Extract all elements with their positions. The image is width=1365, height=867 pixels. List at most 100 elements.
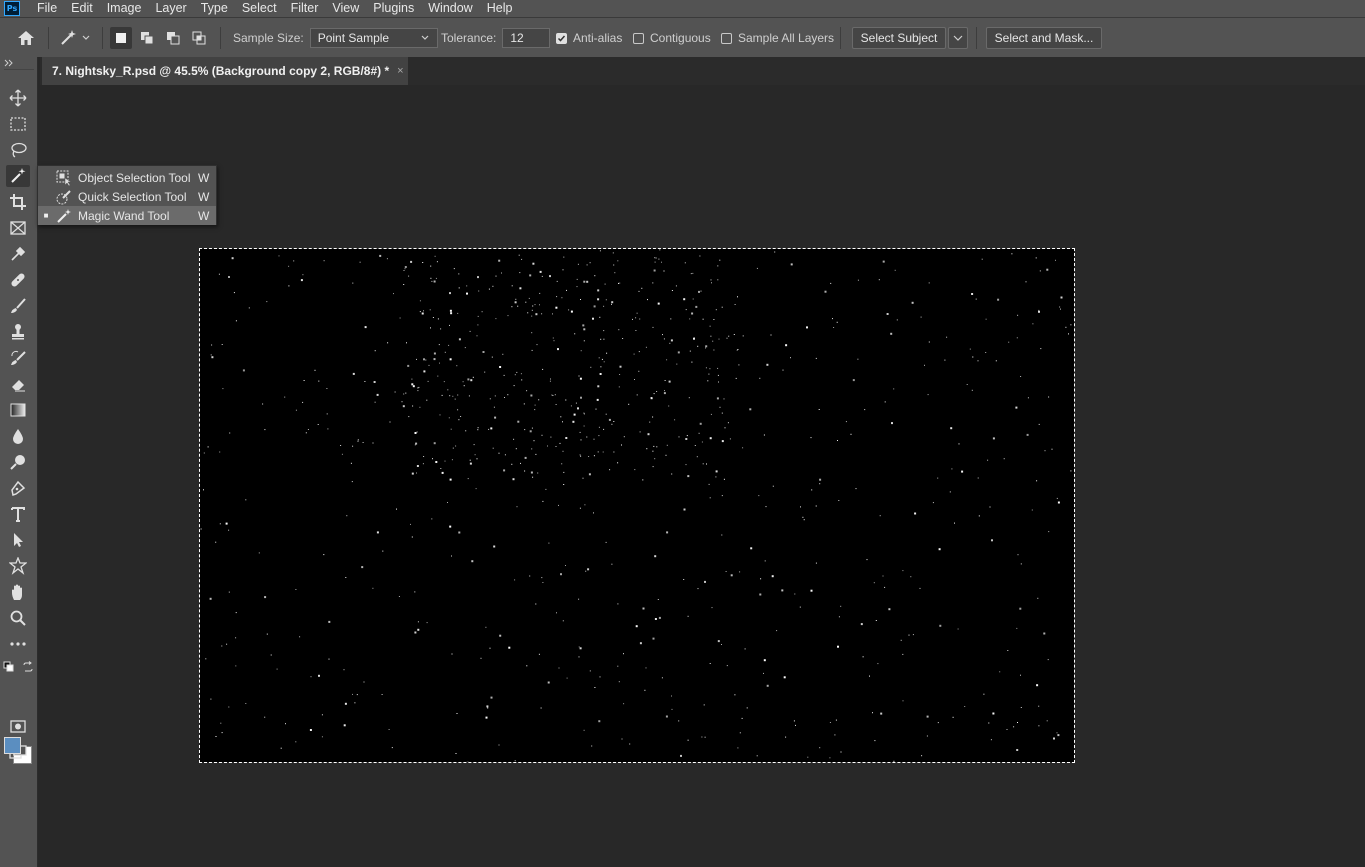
star — [449, 324, 450, 326]
menu-filter[interactable]: Filter — [284, 0, 326, 17]
select-subject-options-button[interactable] — [948, 27, 968, 49]
star — [992, 712, 995, 715]
star — [838, 616, 840, 618]
menu-plugins[interactable]: Plugins — [366, 0, 421, 17]
intersect-selection-button[interactable] — [188, 27, 210, 49]
star — [388, 729, 390, 730]
sample-all-layers-label: Sample All Layers — [738, 31, 835, 45]
rectangular-marquee-tool[interactable] — [6, 113, 30, 135]
menu-image[interactable]: Image — [100, 0, 149, 17]
night-sky-image[interactable] — [200, 249, 1074, 762]
sample-all-layers-checkbox[interactable]: Sample All Layers — [721, 18, 834, 58]
collapse-panel-icon[interactable] — [4, 59, 14, 67]
star — [558, 504, 559, 506]
menu-select[interactable]: Select — [235, 0, 284, 17]
star — [772, 485, 774, 487]
healing-brush-tool[interactable] — [6, 269, 30, 291]
subtract-from-selection-button[interactable] — [162, 27, 184, 49]
star — [560, 573, 562, 576]
history-brush-tool[interactable] — [6, 347, 30, 369]
anti-alias-checkbox[interactable]: Anti-alias — [556, 18, 622, 58]
contiguous-label: Contiguous — [650, 31, 711, 45]
clone-stamp-tool[interactable] — [6, 321, 30, 343]
star — [663, 338, 665, 340]
star — [555, 446, 557, 447]
star — [678, 436, 680, 438]
crop-tool[interactable] — [6, 191, 30, 213]
star — [448, 344, 450, 346]
contiguous-checkbox[interactable]: Contiguous — [633, 18, 711, 58]
star — [971, 389, 973, 391]
gradient-tool[interactable] — [6, 399, 30, 421]
default-colors-icon[interactable] — [3, 661, 15, 673]
swap-colors-icon[interactable] — [22, 661, 34, 673]
star — [695, 305, 698, 308]
document-tab[interactable]: 7. Nightsky_R.psd @ 45.5% (Background co… — [42, 57, 408, 85]
star — [1070, 470, 1072, 472]
blur-tool[interactable] — [6, 425, 30, 447]
zoom-tool[interactable] — [6, 607, 30, 629]
menu-layer[interactable]: Layer — [148, 0, 193, 17]
star — [515, 448, 517, 450]
photoshop-logo[interactable]: Ps — [4, 1, 20, 16]
close-icon[interactable]: × — [397, 65, 403, 77]
star — [526, 665, 528, 667]
frame-tool[interactable] — [6, 217, 30, 239]
star — [1056, 732, 1058, 734]
select-and-mask-button[interactable]: Select and Mask... — [986, 27, 1102, 49]
star — [597, 289, 600, 292]
flyout-item-magic-wand[interactable]: ■ Magic Wand Tool W — [38, 206, 216, 225]
eyedropper-tool[interactable] — [6, 243, 30, 265]
pen-icon — [11, 480, 26, 496]
star — [549, 275, 551, 278]
tolerance-input[interactable]: 12 — [502, 28, 551, 48]
star — [307, 429, 309, 430]
star — [430, 265, 432, 267]
move-tool[interactable] — [6, 87, 30, 109]
star — [321, 714, 323, 716]
star — [721, 495, 723, 497]
star — [702, 463, 704, 465]
foreground-color-swatch[interactable] — [4, 737, 21, 754]
new-selection-button[interactable] — [110, 27, 132, 49]
select-subject-button[interactable]: Select Subject — [852, 27, 946, 49]
star — [374, 350, 376, 352]
path-selection-tool[interactable] — [6, 529, 30, 551]
star — [514, 579, 516, 581]
shape-tool[interactable] — [6, 555, 30, 577]
quick-mask-button[interactable] — [6, 715, 30, 737]
pen-tool[interactable] — [6, 477, 30, 499]
star — [469, 459, 471, 461]
star — [583, 425, 585, 427]
eraser-tool[interactable] — [6, 373, 30, 395]
flyout-item-object-selection[interactable]: Object Selection Tool W — [38, 168, 216, 187]
brush-tool[interactable] — [6, 295, 30, 317]
home-button[interactable] — [16, 18, 36, 58]
type-tool[interactable] — [6, 503, 30, 525]
star — [228, 591, 230, 593]
flyout-item-quick-selection[interactable]: Quick Selection Tool W — [38, 187, 216, 206]
hand-tool[interactable] — [6, 581, 30, 603]
menu-window[interactable]: Window — [421, 0, 479, 17]
menu-file[interactable]: File — [30, 0, 64, 17]
star — [422, 262, 424, 263]
star — [717, 374, 719, 376]
star — [737, 296, 738, 298]
magic-wand-tool[interactable] — [6, 165, 30, 187]
star — [872, 712, 873, 714]
menu-type[interactable]: Type — [194, 0, 235, 17]
star — [710, 335, 712, 337]
menu-view[interactable]: View — [325, 0, 366, 17]
menu-edit[interactable]: Edit — [64, 0, 100, 17]
menu-help[interactable]: Help — [480, 0, 520, 17]
add-to-selection-button[interactable] — [136, 27, 158, 49]
tool-preset-picker[interactable] — [58, 18, 91, 58]
flyout-shortcut: W — [198, 208, 210, 223]
edit-toolbar-button[interactable] — [6, 633, 30, 655]
star — [664, 380, 666, 381]
dodge-tool[interactable] — [6, 451, 30, 473]
lasso-tool[interactable] — [6, 139, 30, 161]
star — [475, 488, 477, 490]
sample-size-dropdown[interactable]: Point Sample — [309, 28, 438, 48]
star — [902, 570, 904, 572]
